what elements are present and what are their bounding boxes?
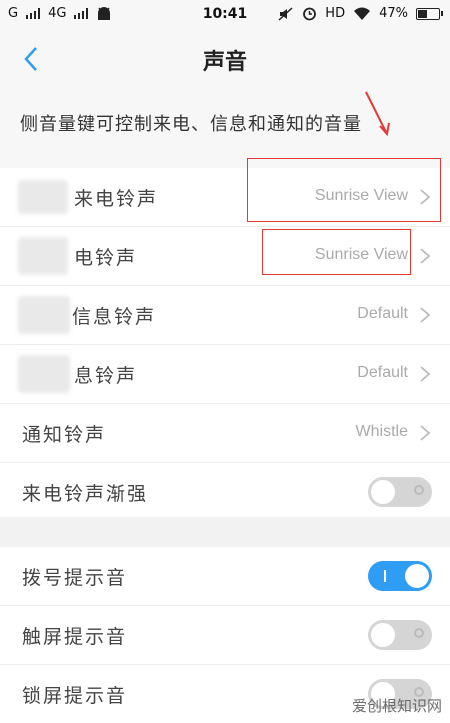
blurred-region (18, 296, 70, 334)
row-label: 息铃声 (74, 365, 138, 387)
blurred-region (18, 180, 68, 214)
chevron-right-icon (420, 425, 431, 441)
chevron-right-icon (420, 248, 431, 264)
row-label: 信息铃声 (72, 306, 157, 328)
row-value: Default (357, 364, 408, 381)
toggle-knob (405, 564, 429, 588)
ringtone-row-notification[interactable]: 通知铃声 Whistle (0, 404, 450, 463)
ringtone-crescendo-row: 来电铃声渐强 (0, 463, 450, 521)
watermark: 爱创根知识网 (351, 697, 442, 715)
row-value: Default (357, 305, 408, 322)
touch-tone-row: 触屏提示音 (0, 606, 450, 665)
toggle-knob (371, 480, 395, 504)
annotation-box-1 (247, 158, 441, 222)
toggle-off-icon (414, 628, 424, 638)
row-label: 通知铃声 (22, 424, 107, 446)
toggle-off-icon (414, 485, 424, 495)
alarm-icon (303, 7, 317, 21)
toggle-on-icon (384, 570, 386, 582)
annotation-box-2 (262, 229, 411, 275)
description-text: 侧音量键可控制来电、信息和通知的音量 (20, 114, 362, 135)
status-bar: G 4G 10:41 HD 47% (0, 0, 450, 30)
toggle-knob (371, 623, 395, 647)
section-divider (0, 517, 450, 547)
dial-tone-toggle[interactable] (368, 561, 432, 591)
row-label: 触屏提示音 (22, 626, 128, 648)
row-label: 来电铃声渐强 (22, 483, 149, 505)
row-label: 锁屏提示音 (22, 685, 128, 707)
blurred-region (18, 355, 70, 393)
battery-icon (416, 7, 443, 20)
chevron-right-icon (420, 307, 431, 323)
hd-label: HD (325, 6, 346, 21)
row-value: Whistle (355, 423, 408, 440)
wifi-icon (354, 7, 371, 20)
battery-percent: 47% (379, 6, 408, 21)
ringtone-row-message[interactable]: 信息铃声 Default (0, 286, 450, 345)
row-label: 拨号提示音 (22, 567, 128, 589)
battery-level (418, 9, 427, 18)
annotation-arrow-icon (365, 91, 390, 137)
crescendo-toggle[interactable] (368, 477, 432, 507)
status-right: HD 47% (278, 6, 443, 21)
chevron-right-icon (420, 366, 431, 382)
app-header: 声音 (0, 30, 450, 89)
touch-tone-toggle[interactable] (368, 620, 432, 650)
row-label: 来电铃声 (74, 188, 159, 210)
page-title: 声音 (202, 49, 247, 75)
ringtone-row-message-2[interactable]: 息铃声 Default (0, 345, 450, 404)
mute-icon (278, 6, 293, 21)
row-label: 电铃声 (74, 247, 138, 269)
blurred-region (18, 237, 68, 275)
dial-tone-row: 拨号提示音 (0, 547, 450, 606)
